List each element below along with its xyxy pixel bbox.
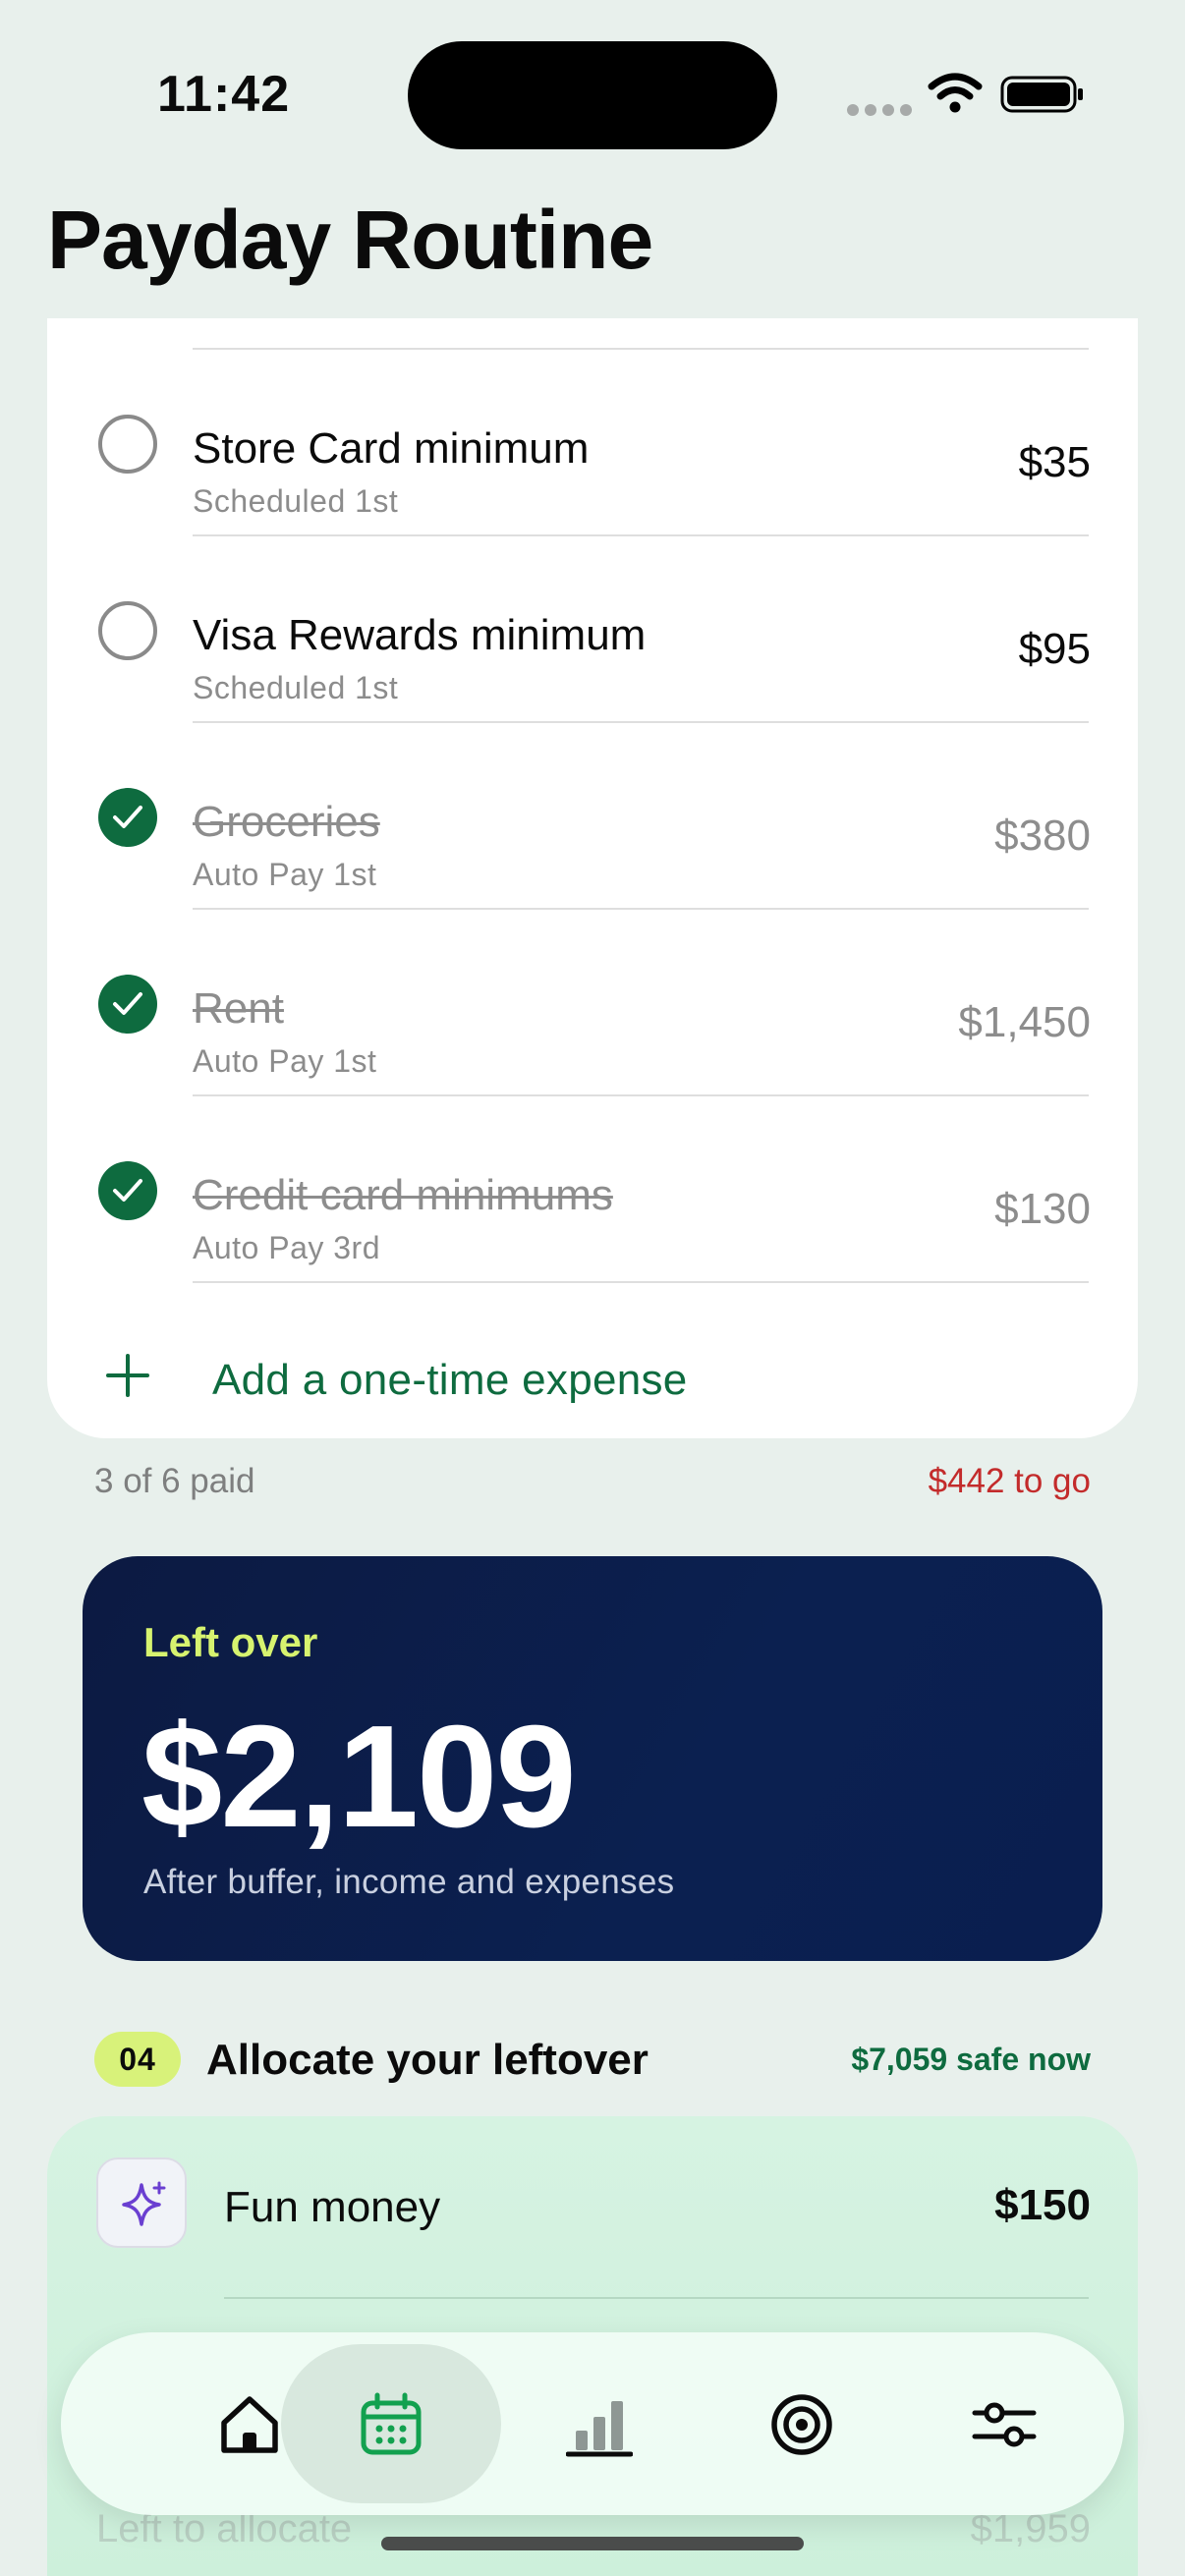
expense-list-card: Store Card minimum Scheduled 1st $35 Visa R… <box>47 318 1138 1438</box>
expense-schedule: Auto Pay 1st <box>193 857 377 892</box>
remaining-amount: $442 to go <box>928 1462 1091 1500</box>
unchecked-circle-icon[interactable] <box>98 415 157 474</box>
expense-schedule: Auto Pay 3rd <box>193 1230 380 1265</box>
leftover-amount: $2,109 <box>141 1696 577 1858</box>
expense-row[interactable]: Visa Rewards minimum Scheduled 1st $95 <box>47 536 1138 723</box>
tab-settings[interactable] <box>894 2344 1114 2503</box>
home-indicator[interactable] <box>381 2537 804 2550</box>
sliders-icon <box>972 2402 1037 2447</box>
expense-schedule: Auto Pay 1st <box>193 1043 377 1079</box>
paid-count: 3 of 6 paid <box>94 1462 255 1500</box>
allocation-amount[interactable]: $150 <box>994 2181 1091 2230</box>
allocation-name[interactable]: Fun money <box>224 2183 440 2232</box>
expense-amount: $130 <box>994 1185 1091 1233</box>
expense-row[interactable]: Credit card minimums Auto Pay 3rd $130 <box>47 1096 1138 1283</box>
bar-chart-icon <box>566 2401 633 2457</box>
cellular-signal-icon <box>847 104 912 116</box>
unchecked-circle-icon[interactable] <box>98 601 157 660</box>
target-icon <box>771 2394 832 2455</box>
leftover-card: Left over $2,109 After buffer, income an… <box>83 1556 1102 1961</box>
page-title: Payday Routine <box>47 194 653 286</box>
dynamic-island <box>408 41 777 149</box>
safe-now-amount: $7,059 safe now <box>851 2042 1091 2077</box>
step-number-badge: 04 <box>94 2032 181 2087</box>
expense-name: Groceries <box>193 798 380 846</box>
leftover-label: Left over <box>143 1619 318 1665</box>
expense-amount: $1,450 <box>958 998 1091 1046</box>
checked-circle-icon[interactable] <box>98 788 157 847</box>
expense-amount: $380 <box>994 812 1091 860</box>
checkmark-icon <box>113 1179 142 1202</box>
add-expense-label: Add a one-time expense <box>212 1356 688 1404</box>
tab-goals[interactable] <box>692 2344 912 2503</box>
checkmark-icon <box>113 992 142 1015</box>
expense-name: Visa Rewards minimum <box>193 611 647 659</box>
expense-schedule: Scheduled 1st <box>193 483 399 519</box>
home-icon <box>221 2396 278 2453</box>
tab-stats[interactable] <box>489 2344 709 2503</box>
calendar-icon <box>361 2392 422 2455</box>
wifi-icon <box>928 73 983 113</box>
expense-name: Credit card minimums <box>193 1171 613 1219</box>
add-one-time-expense-button[interactable]: Add a one-time expense <box>47 1320 1138 1428</box>
expense-schedule: Scheduled 1st <box>193 670 399 705</box>
checkmark-icon <box>113 806 142 828</box>
divider <box>193 1281 1089 1283</box>
tab-bar <box>61 2332 1124 2515</box>
divider <box>224 2297 1089 2299</box>
battery-icon <box>1000 76 1083 113</box>
step-title: Allocate your leftover <box>206 2036 649 2084</box>
checked-circle-icon[interactable] <box>98 975 157 1034</box>
status-time: 11:42 <box>157 66 291 123</box>
expense-name: Rent <box>193 984 284 1033</box>
expense-row[interactable]: Groceries Auto Pay 1st $380 <box>47 723 1138 910</box>
expense-row[interactable]: Store Card minimum Scheduled 1st $35 <box>47 350 1138 536</box>
expense-amount: $35 <box>1018 438 1091 486</box>
expense-amount: $95 <box>1018 625 1091 673</box>
tab-calendar[interactable] <box>281 2344 501 2503</box>
expense-row[interactable]: Rent Auto Pay 1st $1,450 <box>47 910 1138 1096</box>
checked-circle-icon[interactable] <box>98 1161 157 1220</box>
expense-name: Store Card minimum <box>193 424 590 473</box>
status-icons <box>847 71 1083 120</box>
payday-routine-screen: 11:42 Payday Routine Store Card minimum S… <box>0 0 1185 2576</box>
sparkle-icon <box>96 2157 187 2248</box>
plus-icon <box>106 1354 149 1397</box>
leftover-subtitle: After buffer, income and expenses <box>143 1863 675 1901</box>
